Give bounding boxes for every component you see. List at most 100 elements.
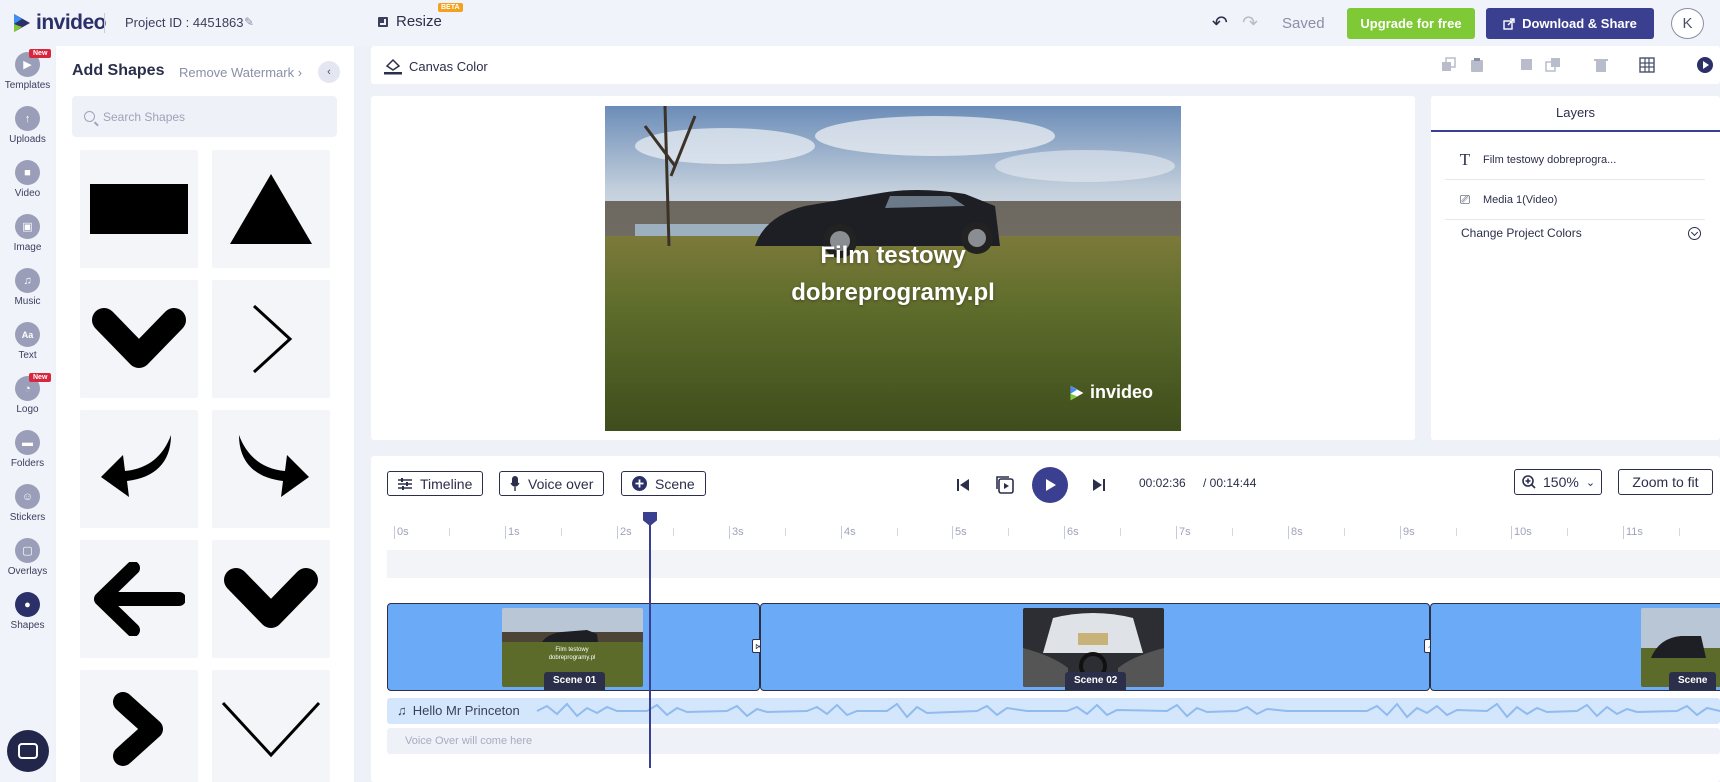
rail-label: Shapes bbox=[10, 620, 45, 631]
remove-watermark-link[interactable]: Remove Watermark › bbox=[179, 65, 302, 80]
overlays-icon: ▢ bbox=[15, 538, 40, 563]
total-time: / 00:14:44 bbox=[1203, 476, 1257, 490]
tick-label: 2s bbox=[617, 526, 632, 539]
chevron-down-icon bbox=[1688, 226, 1701, 240]
canvas-color-button[interactable]: Canvas Color bbox=[383, 57, 488, 75]
plus-circle-icon bbox=[632, 476, 647, 491]
skip-back-icon[interactable] bbox=[956, 478, 970, 492]
play-button[interactable] bbox=[1032, 467, 1068, 503]
layer-item-text[interactable]: T Film testowy dobreprogra... bbox=[1445, 140, 1705, 180]
tick-minor bbox=[1008, 528, 1009, 536]
shape-chevron-right-thin[interactable] bbox=[212, 280, 330, 398]
rail-item-uploads[interactable]: ↑ Uploads bbox=[0, 106, 55, 145]
tick-minor bbox=[561, 528, 562, 536]
rail-item-shapes[interactable]: ● Shapes bbox=[0, 592, 55, 631]
search-shapes-input[interactable] bbox=[103, 109, 303, 124]
skip-forward-icon[interactable] bbox=[1092, 478, 1106, 492]
chevron-down-thin-icon bbox=[221, 701, 321, 758]
rail-label: Image bbox=[13, 242, 42, 253]
change-colors-label: Change Project Colors bbox=[1461, 226, 1582, 240]
rail-item-video[interactable]: ■ Video bbox=[0, 160, 55, 199]
user-avatar[interactable]: K bbox=[1671, 8, 1704, 39]
rail-item-templates[interactable]: ▶ Templates New bbox=[0, 49, 55, 91]
search-shapes[interactable] bbox=[72, 96, 337, 137]
rail-label: Music bbox=[14, 296, 41, 307]
add-scene-button[interactable]: Scene bbox=[621, 471, 706, 496]
preview-title-line-1[interactable]: Film testowy bbox=[605, 242, 1181, 270]
playhead-handle[interactable] bbox=[643, 512, 657, 526]
shape-arrow-curved-left[interactable] bbox=[80, 410, 198, 528]
time-ruler[interactable]: 0s 1s 2s 3s 4s 5s 6s 7s 8s 9s 10s 11s bbox=[394, 526, 1720, 542]
folders-icon: ▬ bbox=[15, 430, 40, 455]
arrow-curved-right-icon bbox=[239, 435, 309, 497]
tick-minor bbox=[1232, 528, 1233, 536]
invideo-logo-icon bbox=[14, 14, 30, 32]
timeline-panel: Timeline Voice over Scene 00:02:36 / 00:… bbox=[371, 456, 1720, 782]
delete-icon[interactable] bbox=[1593, 57, 1609, 73]
shape-arrow-left[interactable] bbox=[80, 540, 198, 658]
rail-item-text[interactable]: Aa Text bbox=[0, 322, 55, 361]
rail-item-logo[interactable]: ◔ Logo New bbox=[0, 373, 55, 415]
audio-track[interactable]: ♫ Hello Mr Princeton bbox=[387, 698, 1720, 724]
collapse-panel-button[interactable]: ‹ bbox=[318, 61, 340, 83]
tick-minor bbox=[785, 528, 786, 536]
music-note-icon: ♫ bbox=[397, 703, 407, 718]
rail-item-music[interactable]: ♫ Music bbox=[0, 268, 55, 307]
shapes-panel: Add Shapes Remove Watermark › ‹ bbox=[56, 46, 354, 782]
download-share-button[interactable]: Download & Share bbox=[1486, 8, 1654, 39]
chat-support-button[interactable] bbox=[7, 730, 49, 772]
layer-item-video[interactable]: ⎚ Media 1(Video) bbox=[1445, 180, 1705, 220]
paste-icon[interactable] bbox=[1469, 57, 1485, 73]
tick-label: 8s bbox=[1288, 526, 1303, 539]
shape-triangle[interactable] bbox=[212, 150, 330, 268]
rail-item-folders[interactable]: ▬ Folders bbox=[0, 430, 55, 469]
zoom-to-fit-button[interactable]: Zoom to fit bbox=[1618, 469, 1713, 495]
rectangle-icon bbox=[90, 184, 188, 234]
redo-icon[interactable]: ↷ bbox=[1242, 12, 1258, 35]
project-id: Project ID : 4451863 bbox=[125, 15, 244, 30]
preview-play-icon[interactable] bbox=[1697, 57, 1713, 73]
invideo-logo[interactable]: invideo bbox=[12, 11, 107, 35]
video-preview[interactable]: Film testowy dobreprogramy.pl invideo bbox=[605, 106, 1181, 431]
paint-bucket-icon bbox=[384, 58, 402, 75]
shape-arrow-curved-right[interactable] bbox=[212, 410, 330, 528]
scene-clip-3[interactable]: Scene bbox=[1430, 603, 1720, 691]
preview-title-line-2[interactable]: dobreprogramy.pl bbox=[605, 279, 1181, 307]
shape-chevron-right-bold[interactable] bbox=[80, 670, 198, 782]
undo-icon[interactable]: ↶ bbox=[1212, 12, 1228, 35]
tick-minor bbox=[1456, 528, 1457, 536]
scene-label-2: Scene 02 bbox=[1065, 672, 1127, 690]
overlay-track[interactable] bbox=[387, 550, 1720, 578]
rail-item-stickers[interactable]: ☺ Stickers bbox=[0, 484, 55, 523]
zoom-select[interactable]: 150% ⌄ bbox=[1514, 469, 1602, 495]
upgrade-button[interactable]: Upgrade for free bbox=[1347, 8, 1475, 39]
tick-label: 9s bbox=[1400, 526, 1415, 539]
voice-over-track[interactable]: Voice Over will come here bbox=[387, 728, 1720, 754]
scene-clip-1[interactable]: Film testowy dobreprogramy.pl Scene 01 bbox=[387, 603, 760, 691]
edit-project-icon[interactable]: ✎ bbox=[244, 15, 254, 29]
resize-icon bbox=[378, 16, 388, 27]
shape-chevron-down-thin[interactable] bbox=[212, 670, 330, 782]
share-icon bbox=[1503, 17, 1515, 30]
voice-over-button[interactable]: Voice over bbox=[499, 471, 605, 496]
scene-clip-2[interactable]: Scene 02 bbox=[760, 603, 1430, 691]
rail-item-image[interactable]: ▣ Image bbox=[0, 214, 55, 253]
playhead[interactable] bbox=[649, 512, 651, 768]
duplicate-icon[interactable] bbox=[1441, 57, 1457, 73]
search-icon bbox=[84, 111, 95, 122]
send-backward-icon[interactable] bbox=[1545, 57, 1561, 73]
resize-button[interactable]: Resize bbox=[378, 13, 442, 30]
canvas-toolbar: Canvas Color bbox=[371, 46, 1720, 84]
bring-forward-icon[interactable] bbox=[1519, 57, 1535, 73]
triangle-icon bbox=[230, 174, 312, 244]
shape-rectangle[interactable] bbox=[80, 150, 198, 268]
grid-icon[interactable] bbox=[1639, 57, 1655, 73]
rail-item-overlays[interactable]: ▢ Overlays bbox=[0, 538, 55, 577]
change-project-colors[interactable]: Change Project Colors bbox=[1461, 226, 1701, 240]
loop-preview-icon[interactable] bbox=[994, 474, 1016, 496]
shape-chevron-down-bold-2[interactable] bbox=[212, 540, 330, 658]
shape-chevron-down-bold[interactable] bbox=[80, 280, 198, 398]
tab-layers[interactable]: Layers bbox=[1431, 96, 1720, 132]
timeline-button[interactable]: Timeline bbox=[387, 471, 484, 496]
video-layer-icon: ⎚ bbox=[1459, 191, 1471, 207]
